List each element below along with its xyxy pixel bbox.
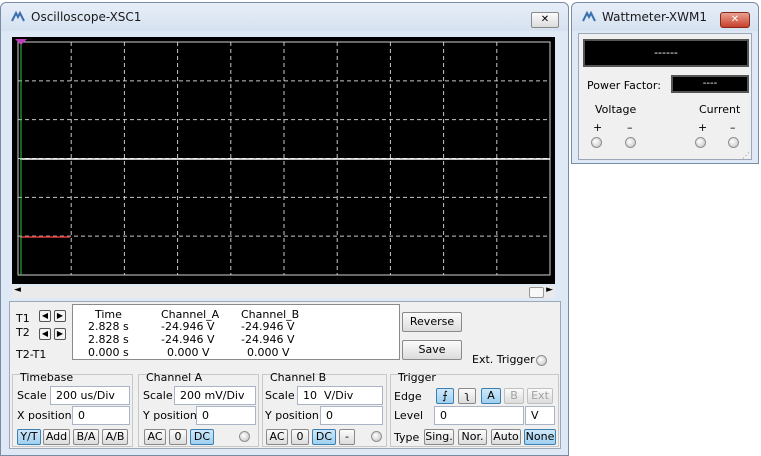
voltage-label: Voltage	[595, 103, 637, 116]
t2-time: 2.828 s	[88, 333, 129, 346]
t2-t1-time: 0.000 s	[88, 346, 129, 359]
channel-a-scale-label: Scale	[143, 389, 173, 402]
ext-trigger-terminal[interactable]	[536, 355, 547, 366]
t1-channel-a: -24.946 V	[161, 320, 215, 333]
trigger-source-ext-button[interactable]: Ext	[527, 388, 553, 404]
t2-t1-channel-b: 0.000 V	[247, 346, 290, 359]
wattmeter-window: Wattmeter-XWM1 ✕ ------ Power Factor: --…	[571, 2, 759, 164]
power-display: ------	[583, 39, 749, 67]
trigger-type-single-button[interactable]: Sing.	[424, 429, 454, 445]
rising-edge-button[interactable]: ⨍	[436, 388, 454, 404]
scroll-right-icon[interactable]: ►	[546, 285, 553, 295]
falling-edge-button[interactable]: ʅ	[458, 388, 476, 404]
oscilloscope-window: Oscilloscope-XSC1 ✕ ◄ ► T1 ◀ ▶ T2 ◀ ▶ T2…	[0, 2, 569, 456]
level-label: Level	[394, 409, 424, 422]
resize-grip-icon[interactable]: ⋰	[742, 151, 750, 160]
channel-b-title: Channel B	[270, 371, 327, 384]
current-plus-terminal[interactable]	[695, 137, 706, 148]
type-label: Type	[394, 431, 420, 444]
channel-a-ypos-label: Y position	[143, 409, 197, 422]
channel-a-title: Channel A	[146, 371, 203, 384]
timebase-scale-input[interactable]: 200 us/Div	[50, 386, 130, 405]
close-icon: ✕	[730, 14, 740, 25]
cursor-label-t2: T2	[16, 326, 30, 339]
timebase-title: Timebase	[20, 371, 74, 384]
power-factor-value: ----	[702, 78, 718, 89]
current-plus-label: +	[698, 121, 708, 134]
x-position-input[interactable]: 0	[72, 406, 130, 425]
channel-a-ac-button[interactable]: AC	[144, 429, 166, 445]
cursor-label-t2-t1: T2-T1	[16, 348, 47, 361]
close-icon: ✕	[540, 14, 550, 25]
rising-edge-icon: ⨍	[442, 389, 448, 402]
current-minus-label: –	[730, 121, 736, 134]
timebase-scale-label: Scale	[17, 389, 47, 402]
mode-ba-button[interactable]: B/A	[73, 429, 99, 445]
channel-b-scale-label: Scale	[265, 389, 295, 402]
channel-b-minus-button[interactable]: -	[339, 429, 355, 445]
power-factor-display: ----	[671, 75, 749, 93]
trigger-source-a-button[interactable]: A	[481, 388, 501, 404]
cursor-readout: Time Channel_A Channel_B 2.828 s -24.946…	[72, 304, 400, 360]
wattmeter-close-button[interactable]: ✕	[720, 12, 750, 28]
edge-label: Edge	[394, 390, 422, 403]
reverse-button[interactable]: Reverse	[402, 312, 462, 332]
t1-channel-b: -24.946 V	[241, 320, 295, 333]
wattmeter-title: Wattmeter-XWM1	[602, 10, 707, 24]
power-factor-label: Power Factor:	[587, 79, 661, 92]
channel-b-ypos-label: Y position	[265, 409, 319, 422]
window-title: Oscilloscope-XSC1	[31, 10, 142, 24]
trigger-type-none-button[interactable]: None	[524, 429, 556, 445]
t2-channel-b: -24.946 V	[241, 333, 295, 346]
close-button[interactable]: ✕	[531, 12, 559, 28]
scope-screen	[12, 37, 555, 284]
trigger-type-normal-button[interactable]: Nor.	[458, 429, 487, 445]
t2-t1-channel-a: 0.000 V	[167, 346, 210, 359]
cursor-label-t1: T1	[16, 312, 30, 325]
current-label: Current	[699, 103, 741, 116]
mode-add-button[interactable]: Add	[43, 429, 70, 445]
channel-a-terminal[interactable]	[239, 431, 250, 442]
trigger-level-input[interactable]: 0	[434, 406, 524, 425]
channel-a-zero-button[interactable]: 0	[169, 429, 187, 445]
channel-b-zero-button[interactable]: 0	[291, 429, 309, 445]
t2-right-button[interactable]: ▶	[54, 328, 66, 340]
t1-time: 2.828 s	[88, 320, 129, 333]
channel-b-scale-input[interactable]: 10 V/Div	[297, 386, 383, 405]
current-minus-terminal[interactable]	[728, 137, 739, 148]
ext-trigger-label: Ext. Trigger	[472, 353, 535, 366]
channel-a-scale-input[interactable]: 200 mV/Div	[174, 386, 256, 405]
voltage-minus-terminal[interactable]	[625, 137, 636, 148]
wattmeter-panel: ------ Power Factor: ---- Voltage Curren…	[578, 33, 752, 160]
mode-yt-button[interactable]: Y/T	[17, 429, 41, 445]
channel-b-ypos-input[interactable]: 0	[320, 406, 383, 425]
t2-left-button[interactable]: ◀	[39, 328, 51, 340]
channel-a-ypos-input[interactable]: 0	[196, 406, 256, 425]
scroll-left-icon[interactable]: ◄	[14, 285, 21, 295]
channel-a-dc-button[interactable]: DC	[190, 429, 214, 445]
power-display-value: ------	[654, 46, 678, 59]
mode-ab-button[interactable]: A/B	[102, 429, 128, 445]
channel-b-ac-button[interactable]: AC	[266, 429, 288, 445]
trigger-type-auto-button[interactable]: Auto	[491, 429, 521, 445]
x-position-label: X position	[17, 409, 72, 422]
control-panel: T1 ◀ ▶ T2 ◀ ▶ T2-T1 Time Channel_A Chann…	[9, 301, 561, 449]
multisim-app-icon	[11, 11, 25, 22]
channel-b-terminal[interactable]	[371, 431, 382, 442]
trigger-level-unit[interactable]: V	[525, 406, 555, 425]
falling-edge-icon: ʅ	[464, 389, 470, 402]
channel-b-dc-button[interactable]: DC	[312, 429, 336, 445]
save-button[interactable]: Save	[402, 340, 462, 360]
scroll-thumb[interactable]	[529, 287, 544, 298]
trigger-title: Trigger	[398, 371, 436, 384]
trigger-source-b-button[interactable]: B	[504, 388, 524, 404]
voltage-plus-label: +	[593, 121, 603, 134]
voltage-minus-label: –	[627, 121, 633, 134]
t2-channel-a: -24.946 V	[161, 333, 215, 346]
voltage-plus-terminal[interactable]	[591, 137, 602, 148]
multisim-app-icon	[582, 11, 596, 22]
t1-left-button[interactable]: ◀	[39, 310, 51, 322]
t1-right-button[interactable]: ▶	[54, 310, 66, 322]
scope-scrollbar[interactable]: ◄ ►	[12, 285, 555, 298]
